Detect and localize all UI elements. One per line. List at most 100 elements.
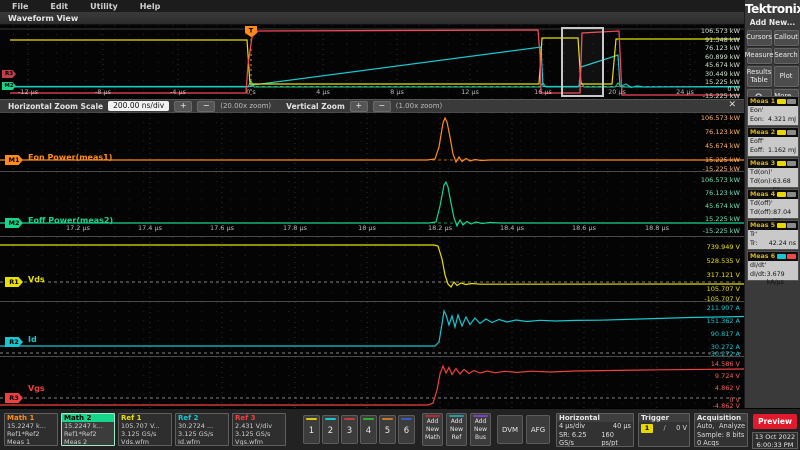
channel-6-button[interactable]: 6 <box>398 415 415 444</box>
eon-ytick: 106.573 kW <box>701 114 740 122</box>
horizontal-settings-card[interactable]: Horizontal 4 µs/div40 µs SR: 6.25 GS/s16… <box>556 413 634 447</box>
menu-edit[interactable]: Edit <box>50 2 68 11</box>
meas-card-2[interactable]: Meas 2 Eoff' Eoff: 1.162 mJ <box>747 127 799 157</box>
hzoom-scale-value[interactable]: 200.00 ns/div <box>108 101 169 111</box>
meas-card-5[interactable]: Meas 5 Tr' Tr: 42.24 ns <box>747 220 799 250</box>
menu-file[interactable]: File <box>12 2 28 11</box>
zoom-close-icon[interactable]: ✕ <box>728 100 736 110</box>
add-new-math-button[interactable]: Add New Math <box>422 413 443 446</box>
channel-number: 6 <box>399 420 414 442</box>
channel-label-vgs[interactable]: Vgs <box>28 384 45 393</box>
afg-button[interactable]: AFG <box>526 415 550 444</box>
eoff-ytick: 76.123 kW <box>705 189 740 197</box>
channel-label-eon-power[interactable]: Eon Power(meas1) <box>28 153 112 162</box>
id-ytick: 90.817 A <box>711 330 740 338</box>
channel-1-button[interactable]: 1 <box>303 415 320 444</box>
zoom-panel-eoff-power[interactable]: M2 Eoff Power(meas2) 106.573 kW 76.123 k… <box>0 171 744 237</box>
zoom-panel-eon-power[interactable]: M1 Eon Power(meas1) 106.573 kW 76.123 kW… <box>0 112 744 172</box>
acq-count: 0 Acqs <box>697 439 719 447</box>
eoff-ytick: 106.573 kW <box>701 176 740 184</box>
zoom-toolbar: Horizontal Zoom Scale 200.00 ns/div + − … <box>0 99 744 112</box>
overview-ytick: 76.123 kW <box>705 44 740 52</box>
trigger-settings-card[interactable]: Trigger 1 ∕ 0 V <box>638 413 690 447</box>
zoom-xtick: 17.2 µs <box>66 224 90 232</box>
badge-math2[interactable]: Math 2 15.2247 k... Ref1*Ref2 Meas 2 <box>61 413 115 446</box>
meas-card-4[interactable]: Meas 4 Td(off)' Td(off): 87.04 ns <box>747 189 799 219</box>
add-color-bar <box>449 415 464 417</box>
overview-trace-id <box>10 47 740 88</box>
acquisition-title: Acquisition <box>695 414 747 422</box>
channel-label-vds[interactable]: Vds <box>28 275 45 284</box>
vzoom-minus-button[interactable]: − <box>373 101 391 112</box>
badge-ref2[interactable]: Ref 2 30.2724 ... 3.125 GS/s Id.wfm <box>175 413 229 446</box>
meas-source-badge <box>777 99 786 104</box>
channel-label-id[interactable]: Id <box>28 335 37 344</box>
meas-name: dI/dt: <box>750 271 767 288</box>
add-new-bus-button[interactable]: Add New Bus <box>470 413 491 446</box>
channel-2-button[interactable]: 2 <box>322 415 339 444</box>
measure-button[interactable]: Measure <box>747 48 772 64</box>
vds-ytick: 105.707 V <box>707 285 740 293</box>
dvm-button[interactable]: DVM <box>497 415 523 444</box>
meas-name: Eoff: <box>750 147 764 156</box>
meas-line1: Eon' <box>750 107 796 116</box>
acquisition-settings-card[interactable]: Acquisition Auto,Analyze Sample: 8 bits … <box>694 413 748 447</box>
badge-ref3[interactable]: Ref 3 2.431 V/div 3.125 GS/s Vgs.wfm <box>232 413 286 446</box>
eoff-ytick: -15.225 kW <box>703 227 740 235</box>
add-color-bar <box>425 415 440 417</box>
channel-number: 1 <box>304 420 319 442</box>
meas-title: Meas 4 <box>750 191 776 198</box>
meas-card-1[interactable]: Meas 1 Eon' Eon: 4.321 mJ <box>747 96 799 126</box>
badge-line: Ref1*Ref2 <box>62 430 114 438</box>
add-label: Add New Bus <box>471 418 490 441</box>
id-trace <box>0 311 744 346</box>
channel-3-button[interactable]: 3 <box>341 415 358 444</box>
plot-button[interactable]: Plot <box>774 66 799 87</box>
vzoom-factor: (1.00x zoom) <box>396 102 442 110</box>
zoom-panel-id[interactable]: R2 Id 211.907 A 151.362 A 90.817 A 30.27… <box>0 301 744 357</box>
meas-card-6[interactable]: Meas 6 dI/dt' dI/dt: 3.679 kA/µs <box>747 251 799 281</box>
datetime-display: 13 Oct 2022 6:00:33 PM <box>752 432 798 449</box>
badge-line: 15.2247 k... <box>5 422 57 430</box>
vds-ytick: 528.535 V <box>707 257 740 265</box>
add-new-ref-button[interactable]: Add New Ref <box>446 413 467 446</box>
vzoom-plus-button[interactable]: + <box>350 101 368 112</box>
meas-line1: Td(off)' <box>750 200 796 209</box>
zoom-panel-vds[interactable]: R1 Vds 739.949 V 528.535 V 317.121 V 105… <box>0 236 744 302</box>
overview-xtick: 24 µs <box>676 88 694 96</box>
channel-5-button[interactable]: 5 <box>379 415 396 444</box>
tab-waveform-view[interactable]: Waveform View <box>8 14 78 23</box>
channel-4-button[interactable]: 4 <box>360 415 377 444</box>
preview-button[interactable]: Preview <box>753 414 797 429</box>
hzoom-minus-button[interactable]: − <box>197 101 215 112</box>
meas-card-3[interactable]: Meas 3 Td(on)' Td(on): 63.68 ns <box>747 158 799 188</box>
add-label: Add New Math <box>423 418 442 441</box>
overview-graticule[interactable]: T -12 µs -8 µs -4 µs 0 s 4 µs 8 µs 12 µs… <box>0 25 744 99</box>
zoom-xtick: 17.8 µs <box>283 224 307 232</box>
badge-line: 3.125 GS/s <box>233 430 285 438</box>
status-bar: Math 1 15.2247 k... Ref1*Ref2 Meas 1 Mat… <box>0 408 800 450</box>
meas-title: Meas 2 <box>750 129 776 136</box>
results-table-button[interactable]: Results Table <box>747 66 772 87</box>
meas-source-badge <box>777 192 786 197</box>
badge-ref1[interactable]: Ref 1 105.707 V... 3.125 GS/s Vds.wfm <box>118 413 172 446</box>
menu-help[interactable]: Help <box>140 2 161 11</box>
badge-math1[interactable]: Math 1 15.2247 k... Ref1*Ref2 Meas 1 <box>4 413 58 446</box>
menu-utility[interactable]: Utility <box>90 2 118 11</box>
cursors-button[interactable]: Cursors <box>747 30 772 46</box>
vds-ytick: 317.121 V <box>707 271 740 279</box>
zoom-xtick: 17.6 µs <box>210 224 234 232</box>
right-sidebar: Tektronix Add New... Cursors Callout Mea… <box>744 0 800 408</box>
badge-line: Vds.wfm <box>119 438 171 446</box>
trigger-slope-icon: ∕ <box>663 424 665 433</box>
overview-waveforms: T <box>0 25 744 99</box>
callout-button[interactable]: Callout <box>774 30 799 46</box>
zoom-region-box[interactable] <box>562 28 603 96</box>
zoom-xtick: 18.6 µs <box>572 224 596 232</box>
vgs-ytick: 4.862 V <box>715 384 740 392</box>
eon-ytick: 45.674 kW <box>705 142 740 150</box>
overview-xtick: -4 µs <box>170 88 186 96</box>
hzoom-plus-button[interactable]: + <box>174 101 192 112</box>
search-button[interactable]: Search <box>774 48 799 64</box>
zoom-panel-vgs[interactable]: R3 Vgs 14.586 V 9.724 V 4.862 V 0 V -4.8… <box>0 356 744 409</box>
